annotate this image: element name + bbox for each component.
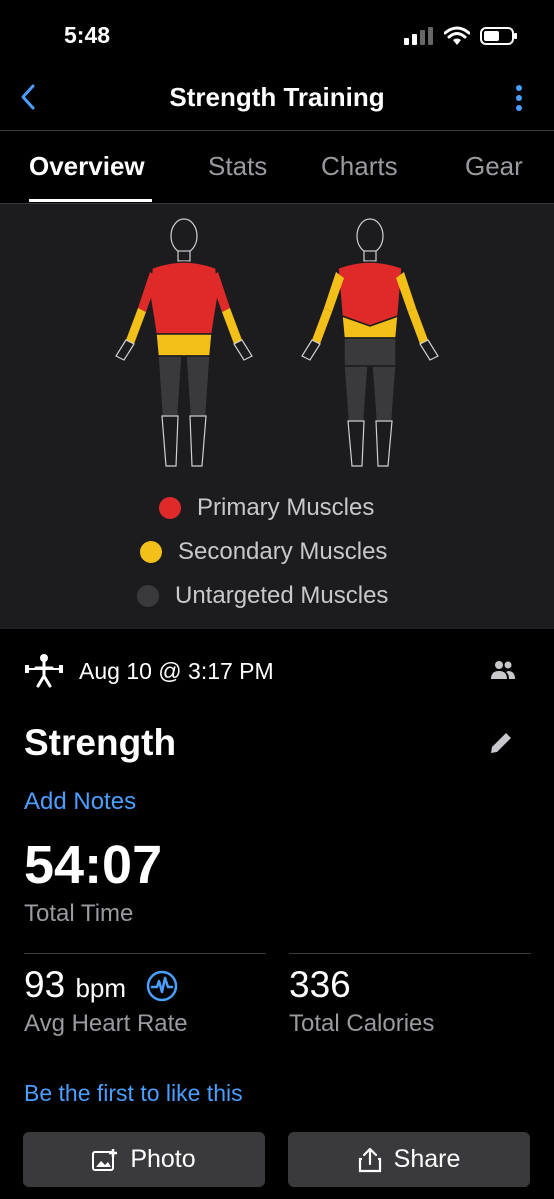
heart-rate-value: 93 — [24, 964, 66, 1005]
share-icon — [358, 1147, 381, 1172]
activity-title: Strength — [24, 722, 177, 763]
legend-primary: Primary Muscles — [159, 494, 374, 522]
heart-rate-unit: bpm — [75, 973, 127, 1003]
legend-primary-label: Primary Muscles — [197, 494, 375, 521]
photo-button[interactable]: Photo — [23, 1132, 265, 1187]
share-button-label: Share — [393, 1145, 461, 1173]
active-tab-indicator — [29, 199, 152, 202]
divider-right — [289, 953, 531, 954]
primary-dot-icon — [159, 497, 181, 519]
legend-secondary-label: Secondary Muscles — [178, 538, 388, 565]
legend-untargeted-label: Untargeted Muscles — [175, 582, 389, 609]
status-bar: 5:48 — [0, 0, 554, 70]
activity-date: Aug 10 @ 3:17 PM — [79, 658, 274, 684]
add-notes-link[interactable]: Add Notes — [24, 788, 136, 816]
add-photo-icon — [92, 1148, 118, 1171]
edit-pencil-icon[interactable] — [488, 730, 514, 756]
calories-value: 336 — [289, 964, 351, 1005]
untargeted-dot-icon — [137, 585, 159, 607]
total-time-value: 54:07 — [24, 835, 163, 895]
heart-rate-label: Avg Heart Rate — [24, 1010, 188, 1037]
tab-bar: Overview Stats Charts Gear — [0, 131, 554, 204]
like-link[interactable]: Be the first to like this — [24, 1080, 243, 1107]
battery-icon — [480, 27, 517, 45]
front-body-diagram — [115, 218, 253, 467]
share-button[interactable]: Share — [288, 1132, 530, 1187]
muscle-map-panel: Primary Muscles Secondary Muscles Untarg… — [0, 204, 554, 629]
people-icon[interactable] — [490, 660, 516, 680]
tab-stats[interactable]: Stats — [208, 151, 267, 182]
secondary-dot-icon — [140, 541, 162, 563]
tab-overview[interactable]: Overview — [29, 151, 145, 182]
back-body-diagram — [301, 218, 439, 467]
more-options-icon[interactable] — [514, 84, 524, 112]
photo-button-label: Photo — [130, 1145, 196, 1173]
legend-untargeted: Untargeted Muscles — [137, 582, 388, 610]
calories-label: Total Calories — [289, 1010, 435, 1037]
divider-left — [24, 953, 266, 954]
activity-header: Aug 10 @ 3:17 PM — [24, 652, 530, 692]
total-time-label: Total Time — [24, 900, 134, 927]
status-time: 5:48 — [64, 22, 111, 48]
cellular-signal-icon — [404, 27, 433, 45]
tab-charts[interactable]: Charts — [321, 151, 398, 182]
heart-rate-stat: 93 bpm — [24, 964, 126, 1006]
navigation-bar: Strength Training — [0, 70, 554, 131]
page-title: Strength Training — [169, 82, 385, 112]
strength-training-icon — [25, 654, 63, 688]
tab-gear[interactable]: Gear — [465, 151, 523, 182]
wifi-icon — [444, 26, 470, 45]
heart-rate-pulse-icon[interactable] — [146, 970, 178, 1002]
legend-secondary: Secondary Muscles — [140, 538, 387, 566]
